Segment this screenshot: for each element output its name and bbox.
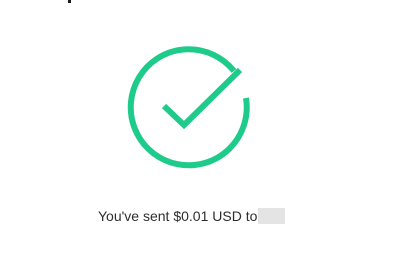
checkmark bbox=[161, 67, 243, 130]
cursor-mark bbox=[68, 0, 71, 3]
success-ring bbox=[127, 46, 250, 169]
payment-confirmation-screen: You've sent $0.01 USD to bbox=[0, 0, 396, 273]
confirmation-message: You've sent $0.01 USD to bbox=[98, 207, 286, 225]
recipient-redacted bbox=[258, 208, 286, 224]
confirmation-text: You've sent $0.01 USD to bbox=[98, 208, 258, 224]
check-circle-icon bbox=[120, 40, 256, 176]
